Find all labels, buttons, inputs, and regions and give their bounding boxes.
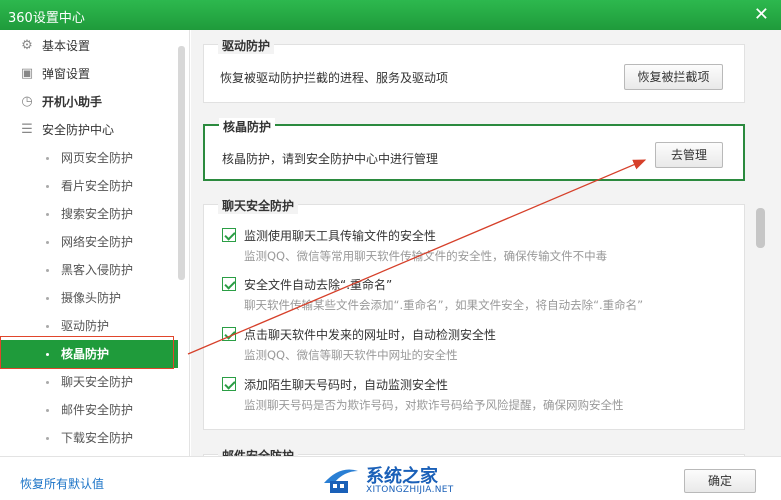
sidebar-item-label: 摄像头防护	[61, 291, 122, 305]
bullet-icon	[46, 381, 49, 384]
bullet-icon	[46, 157, 49, 160]
bullet-icon	[46, 325, 49, 328]
restore-defaults-link[interactable]: 恢复所有默认值	[20, 475, 104, 492]
sidebar-item-mail-protection[interactable]: 邮件安全防护	[0, 396, 178, 424]
core-protection-desc: 核晶防护，请到安全防护中心中进行管理	[222, 152, 439, 166]
sidebar-item-label: 邮件安全防护	[61, 403, 134, 417]
option-label: 监测使用聊天工具传输文件的安全性	[244, 229, 437, 243]
watermark-logo-icon	[324, 469, 358, 493]
sidebar-item-label: 黑客入侵防护	[61, 263, 134, 277]
sidebar-item-video-protection[interactable]: 看片安全防护	[0, 172, 178, 200]
bullet-icon	[46, 409, 49, 412]
sidebar-item-boot-assistant[interactable]: ◷ 开机小助手	[0, 88, 178, 116]
option-desc: 监测QQ、微信等聊天软件中网址的安全性	[244, 348, 458, 362]
option-desc: 聊天软件传输某些文件会添加“.重命名”，如果文件安全，将自动去除“.重命名”	[244, 298, 644, 312]
driver-protection-group: 驱动防护 恢复被驱动防护拦截的进程、服务及驱动项 恢复被拦截项	[203, 37, 745, 103]
sidebar-item-label: 搜索安全防护	[61, 207, 134, 221]
sidebar-item-label: 看片安全防护	[61, 179, 134, 193]
bullet-icon	[46, 297, 49, 300]
gear-icon: ⚙	[21, 38, 33, 53]
sidebar-item-label: 驱动防护	[61, 319, 110, 333]
sidebar-item-security-center[interactable]: ☰ 安全防护中心	[0, 116, 178, 144]
option-label: 安全文件自动去除“.重命名”	[244, 278, 393, 292]
option-desc: 监测聊天号码是否为欺诈号码，对欺诈号码给予风险提醒，确保网购安全性	[244, 398, 624, 412]
sidebar-item-label: 网页安全防护	[61, 151, 134, 165]
watermark-url: XITONGZHIJIA.NET	[366, 485, 454, 495]
ok-button[interactable]: 确定	[684, 469, 756, 493]
sidebar-item-label: 开机小助手	[42, 95, 103, 109]
core-protection-group: 核晶防护 核晶防护，请到安全防护中心中进行管理 去管理	[203, 118, 745, 181]
sidebar-item-camera-protection[interactable]: 摄像头防护	[0, 284, 178, 312]
sidebar-item-popup-settings[interactable]: ▣ 弹窗设置	[0, 60, 178, 88]
window-title: 360设置中心	[8, 11, 85, 26]
bullet-icon	[46, 437, 49, 440]
window-icon: ▣	[20, 66, 34, 81]
checkbox[interactable]	[222, 377, 236, 391]
group-title: 驱动防护	[218, 37, 275, 54]
checkbox[interactable]	[222, 228, 236, 242]
sidebar-item-hacker-protection[interactable]: 黑客入侵防护	[0, 256, 178, 284]
sidebar-item-network-protection[interactable]: 网络安全防护	[0, 228, 178, 256]
settings-panel: 驱动防护 恢复被驱动防护拦截的进程、服务及驱动项 恢复被拦截项 核晶防护 核晶防…	[191, 30, 781, 456]
annotation-box	[0, 336, 174, 369]
main-scrollbar[interactable]	[756, 208, 765, 248]
sidebar-item-label: 弹窗设置	[42, 67, 91, 81]
sidebar-item-label: 聊天安全防护	[61, 375, 134, 389]
option-label: 点击聊天软件中发来的网址时，自动检测安全性	[244, 328, 497, 342]
group-title: 邮件安全防护	[218, 447, 299, 456]
bullet-icon	[46, 269, 49, 272]
watermark: 系统之家 XITONGZHIJIA.NET	[320, 461, 470, 499]
chat-protection-group: 聊天安全防护 监测使用聊天工具传输文件的安全性 监测QQ、微信等常用聊天软件传输…	[203, 197, 745, 430]
checkbox[interactable]	[222, 277, 236, 291]
option-label: 添加陌生聊天号码时，自动监测安全性	[244, 378, 449, 392]
sidebar-item-chat-protection[interactable]: 聊天安全防护	[0, 368, 178, 396]
bullet-icon	[46, 241, 49, 244]
list-icon: ☰	[21, 122, 33, 137]
sidebar-item-label: 基本设置	[42, 39, 91, 53]
bullet-icon	[46, 185, 49, 188]
title-bar: 360设置中心 ✕	[0, 0, 781, 30]
restore-blocked-button[interactable]: 恢复被拦截项	[624, 64, 723, 90]
sidebar-scrollbar[interactable]	[178, 46, 185, 280]
sidebar-item-web-protection[interactable]: 网页安全防护	[0, 144, 178, 172]
sidebar-item-label: 网络安全防护	[61, 235, 134, 249]
sidebar: ⚙ 基本设置 ▣ 弹窗设置 ◷ 开机小助手 ☰ 安全防护中心 网页安全防护 看片…	[0, 30, 190, 456]
go-manage-button[interactable]: 去管理	[655, 142, 723, 168]
driver-protection-desc: 恢复被驱动防护拦截的进程、服务及驱动项	[220, 71, 449, 85]
bullet-icon	[46, 213, 49, 216]
sidebar-item-label: 安全防护中心	[42, 123, 115, 137]
group-title: 聊天安全防护	[218, 197, 299, 214]
clock-icon: ◷	[21, 94, 33, 109]
sidebar-item-search-protection[interactable]: 搜索安全防护	[0, 200, 178, 228]
sidebar-item-basic-settings[interactable]: ⚙ 基本设置	[0, 32, 178, 60]
option-desc: 监测QQ、微信等常用聊天软件传输文件的安全性，确保传输文件不中毒	[244, 249, 608, 263]
sidebar-item-label: 下载安全防护	[61, 431, 134, 445]
checkbox[interactable]	[222, 327, 236, 341]
group-title: 核晶防护	[219, 118, 276, 135]
footer: 恢复所有默认值 系统之家 XITONGZHIJIA.NET 确定	[0, 456, 781, 500]
close-icon[interactable]: ✕	[754, 4, 769, 25]
sidebar-item-download-protection[interactable]: 下载安全防护	[0, 424, 178, 452]
